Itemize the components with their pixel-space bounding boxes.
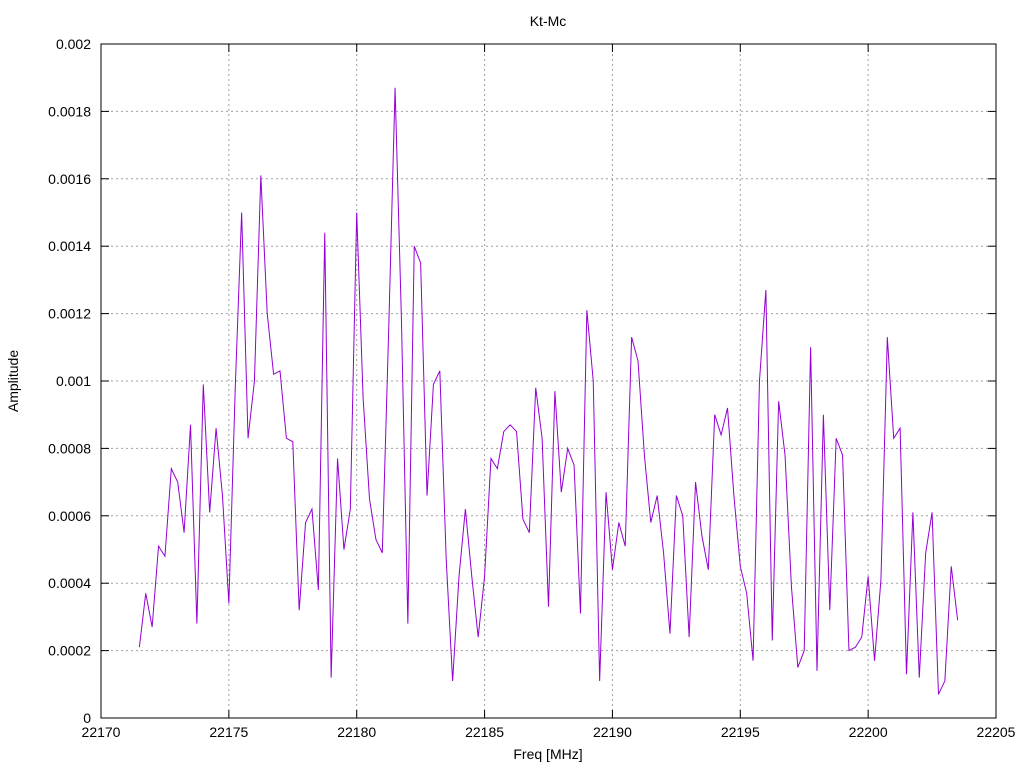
y-tick-label: 0.0016 — [48, 171, 91, 187]
y-axis-title: Amplitude — [5, 350, 21, 412]
x-tick-label: 22180 — [337, 724, 376, 740]
x-axis-title: Freq [MHz] — [513, 746, 582, 762]
x-tick-label: 22200 — [849, 724, 888, 740]
y-tick-label: 0 — [83, 710, 91, 726]
chart-title: Kt-Mc — [530, 13, 567, 29]
x-tick-label: 22195 — [721, 724, 760, 740]
y-tick-label: 0.0018 — [48, 103, 91, 119]
y-tick-label: 0.002 — [56, 36, 91, 52]
y-tick-label: 0.0006 — [48, 508, 91, 524]
line-chart: Kt-Mc 22170 22175 22180 22185 22190 22195 2220… — [5, 13, 1016, 762]
x-tick-label: 22190 — [593, 724, 632, 740]
x-tick-label: 22185 — [465, 724, 504, 740]
y-tick-label: 0.0002 — [48, 643, 91, 659]
y-tick-label: 0.001 — [56, 373, 91, 389]
y-tick-labels: 0 0.0002 0.0004 0.0006 0.0008 0.001 0.0012 0.00… — [48, 36, 91, 726]
y-tick-label: 0.0008 — [48, 440, 91, 456]
y-tick-label: 0.0014 — [48, 238, 91, 254]
y-tick-label: 0.0004 — [48, 575, 91, 591]
x-tick-label: 22205 — [977, 724, 1016, 740]
x-tick-labels: 22170 22175 22180 22185 22190 22195 22200 22205 — [82, 724, 1016, 740]
x-tick-label: 22170 — [82, 724, 121, 740]
x-tick-label: 22175 — [209, 724, 248, 740]
y-tick-label: 0.0012 — [48, 306, 91, 322]
